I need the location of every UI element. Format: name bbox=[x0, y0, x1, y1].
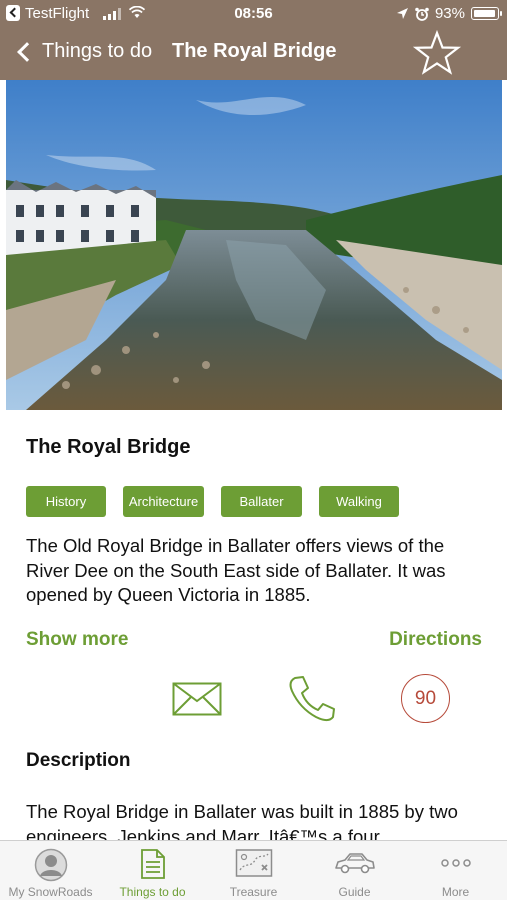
document-icon bbox=[140, 849, 165, 879]
chevron-left-icon bbox=[17, 41, 37, 62]
rating-badge: 90 bbox=[401, 674, 450, 723]
tag-architecture[interactable]: Architecture bbox=[123, 486, 204, 517]
tab-label: Things to do bbox=[119, 885, 186, 899]
avatar-icon bbox=[34, 848, 67, 882]
navigation-bar: Things to do The Royal Bridge bbox=[0, 28, 507, 80]
email-icon[interactable] bbox=[172, 682, 222, 716]
description-heading: Description bbox=[26, 750, 131, 771]
battery-icon bbox=[471, 7, 502, 20]
tag-history[interactable]: History bbox=[26, 486, 106, 517]
favorite-star-icon[interactable] bbox=[412, 29, 462, 79]
tab-my-snowroads[interactable]: My SnowRoads bbox=[0, 841, 101, 900]
tab-guide[interactable]: Guide bbox=[304, 841, 405, 900]
hero-photo bbox=[6, 80, 502, 410]
tab-label: Treasure bbox=[229, 885, 278, 899]
show-more-link[interactable]: Show more bbox=[26, 629, 128, 651]
phone-icon[interactable] bbox=[286, 674, 336, 724]
tab-treasure[interactable]: Treasure bbox=[203, 841, 304, 900]
tab-bar: My SnowRoads Things to do Treasure Guide bbox=[0, 840, 507, 900]
status-bar: TestFlight 08:56 93% bbox=[0, 0, 507, 28]
tag-list: History Architecture Ballater Walking bbox=[26, 486, 486, 518]
tab-label: Guide bbox=[338, 885, 371, 899]
back-button[interactable]: Things to do bbox=[14, 40, 152, 63]
tab-label: More bbox=[441, 885, 470, 899]
tab-things-to-do[interactable]: Things to do bbox=[102, 841, 203, 900]
directions-link[interactable]: Directions bbox=[389, 629, 482, 651]
tag-walking[interactable]: Walking bbox=[319, 486, 399, 517]
more-icon bbox=[440, 859, 471, 867]
tab-label: My SnowRoads bbox=[8, 885, 93, 899]
car-icon bbox=[334, 853, 375, 874]
page-title: The Royal Bridge bbox=[172, 40, 337, 62]
back-button-label: Things to do bbox=[42, 40, 153, 62]
place-title: The Royal Bridge bbox=[26, 436, 191, 458]
tab-more[interactable]: More bbox=[405, 841, 506, 900]
place-summary: The Old Royal Bridge in Ballater offers … bbox=[26, 535, 446, 605]
tag-ballater[interactable]: Ballater bbox=[221, 486, 302, 517]
map-icon bbox=[235, 849, 272, 877]
alarm-icon bbox=[415, 7, 429, 21]
battery-percent: 93% bbox=[434, 5, 465, 22]
location-icon bbox=[396, 8, 408, 19]
